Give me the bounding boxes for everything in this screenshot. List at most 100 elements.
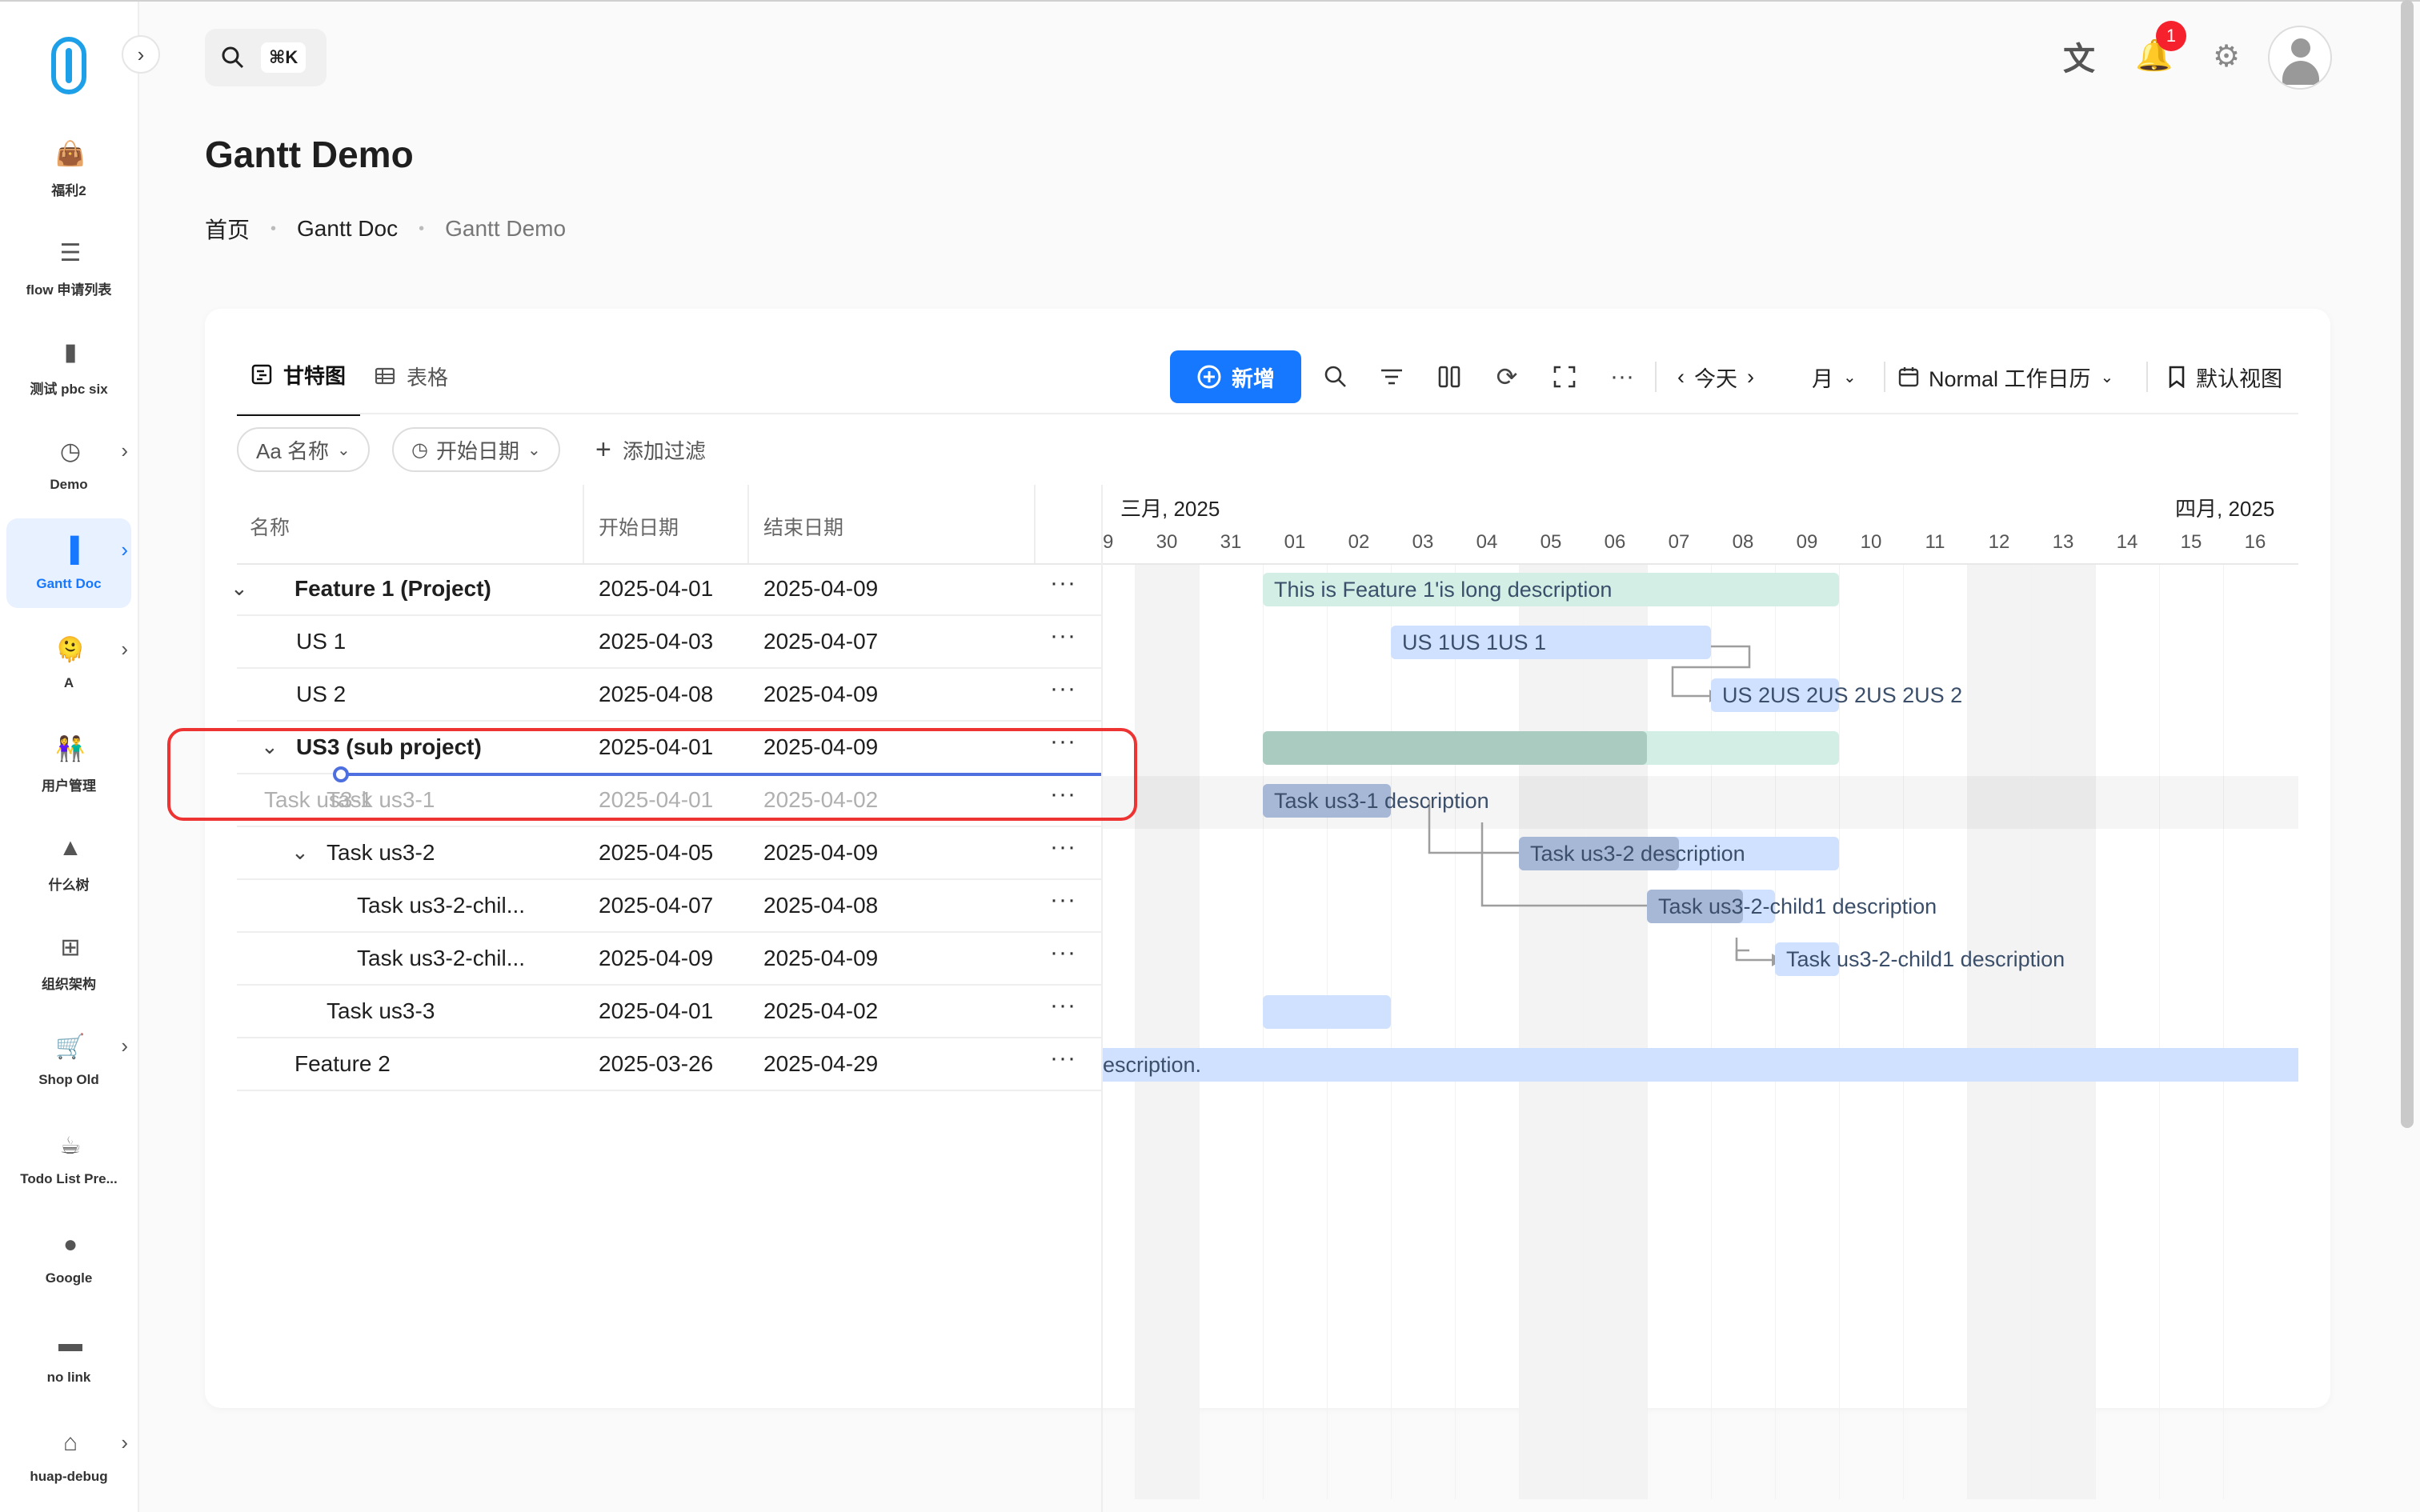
chevron-right-icon[interactable]: › bbox=[1747, 365, 1754, 390]
filter-icon[interactable] bbox=[1373, 358, 1410, 395]
row-end-date: 2025-04-08 bbox=[763, 893, 879, 918]
sidebar-item-label: no link bbox=[46, 1370, 91, 1385]
row-more-icon[interactable]: ··· bbox=[1050, 939, 1076, 966]
org-icon: ⊞ bbox=[60, 934, 81, 961]
tab-table[interactable]: 表格 bbox=[360, 336, 463, 416]
row-start-date: 2025-04-09 bbox=[599, 946, 714, 970]
gear-icon[interactable]: ⚙ bbox=[2204, 34, 2249, 78]
bar-feature-1-label: This is Feature 1'is long description bbox=[1274, 578, 1613, 602]
toolbar-divider bbox=[1655, 362, 1657, 392]
sidebar-item[interactable]: ● Google bbox=[6, 1213, 131, 1302]
table-row[interactable]: US 1 2025-04-03 2025-04-07 ··· bbox=[237, 616, 1101, 669]
table-row[interactable]: Feature 2 2025-03-26 2025-04-29 ··· bbox=[237, 1038, 1101, 1091]
add-button[interactable]: 新增 bbox=[1170, 350, 1301, 403]
row-more-icon[interactable]: ··· bbox=[1050, 992, 1076, 1019]
bar-us-1[interactable]: US 1US 1US 1 bbox=[1391, 626, 1711, 659]
sidebar-item-label: flow 申请列表 bbox=[26, 282, 112, 298]
bar-feature-2-label: escription. bbox=[1103, 1053, 1202, 1077]
chevron-right-icon[interactable]: › bbox=[121, 438, 128, 463]
chevron-down-icon[interactable]: ⌄ bbox=[230, 576, 248, 601]
row-more-icon[interactable]: ··· bbox=[1050, 1045, 1076, 1072]
row-more-icon[interactable]: ··· bbox=[1050, 834, 1076, 861]
today-button[interactable]: 今天 bbox=[1694, 362, 1737, 393]
columns-icon[interactable] bbox=[1431, 358, 1468, 395]
breadcrumb-gantt-doc[interactable]: Gantt Doc bbox=[297, 216, 398, 242]
fullscreen-icon[interactable] bbox=[1546, 358, 1583, 395]
calendar-select[interactable]: Normal 工作日历 ⌄ bbox=[1898, 358, 2113, 395]
sidebar-item[interactable]: ⊞ 组织架构 bbox=[6, 915, 131, 1005]
chevron-right-icon[interactable]: › bbox=[121, 1430, 128, 1455]
filter-name-pill[interactable]: Aa 名称 ⌄ bbox=[237, 427, 370, 472]
sidebar-item[interactable]: ▮ 测试 pbc six bbox=[6, 320, 131, 410]
chevron-left-icon[interactable]: ‹ bbox=[1677, 365, 1685, 390]
bar-task-us3-2[interactable]: Task us3-2 description bbox=[1519, 837, 1839, 870]
users-icon: 👫 bbox=[55, 735, 86, 762]
sidebar-item[interactable]: 🫠 A › bbox=[6, 618, 131, 707]
chevron-right-icon[interactable]: › bbox=[121, 1034, 128, 1058]
sidebar-item[interactable]: ☰ flow 申请列表 bbox=[6, 221, 131, 310]
bar-task-us3-3[interactable] bbox=[1263, 995, 1391, 1029]
sidebar-item[interactable]: ◷ Demo › bbox=[6, 419, 131, 509]
bar-feature-1[interactable]: This is Feature 1'is long description bbox=[1263, 573, 1839, 606]
gantt-timeline: 三月, 2025 四月, 2025 2930310102030405060708… bbox=[1101, 485, 2298, 1512]
row-more-icon[interactable]: ··· bbox=[1050, 675, 1076, 702]
sidebar-item[interactable]: 👜 福利2 bbox=[6, 122, 131, 211]
avatar[interactable] bbox=[2268, 26, 2332, 90]
chevron-right-icon[interactable]: › bbox=[121, 637, 128, 662]
row-more-icon[interactable]: ··· bbox=[1050, 570, 1076, 597]
view-select[interactable]: 默认视图 bbox=[2167, 358, 2282, 395]
breadcrumb-home[interactable]: 首页 bbox=[205, 213, 250, 245]
bar-feature-2[interactable]: escription. bbox=[1103, 1048, 2298, 1082]
sidebar-item-label: A bbox=[63, 675, 74, 690]
bar-task-us3-2-child-1[interactable]: Task us3-2-child1 description bbox=[1647, 890, 1937, 923]
sidebar-item[interactable]: ▬ no link bbox=[6, 1312, 131, 1402]
search-icon bbox=[222, 46, 244, 69]
breadcrumb: 首页 • Gantt Doc • Gantt Demo bbox=[205, 213, 566, 245]
row-end-date: 2025-04-09 bbox=[763, 576, 879, 601]
bar-us3-project[interactable] bbox=[1263, 731, 1839, 765]
column-header-end[interactable]: 结束日期 bbox=[763, 512, 843, 541]
chevron-down-icon: ⌄ bbox=[527, 441, 541, 459]
row-more-icon[interactable]: ··· bbox=[1050, 886, 1076, 914]
sidebar-item[interactable]: ⌂ huap-debug › bbox=[6, 1411, 131, 1501]
bar-task-us3-2-child-2[interactable]: Task us3-2-child1 description bbox=[1775, 942, 2065, 976]
row-end-date: 2025-04-29 bbox=[763, 1051, 879, 1076]
row-end-date: 2025-04-02 bbox=[763, 998, 879, 1023]
sidebar-item[interactable]: 👫 用户管理 bbox=[6, 717, 131, 806]
more-icon[interactable]: ··· bbox=[1604, 358, 1641, 395]
chevron-down-icon[interactable]: ⌄ bbox=[291, 840, 309, 865]
toolbar-divider bbox=[1884, 362, 1885, 392]
table-row[interactable]: ⌄ Feature 1 (Project) 2025-04-01 2025-04-09… bbox=[230, 563, 1101, 616]
table-row[interactable]: Task us3-3 2025-04-01 2025-04-02 ··· bbox=[237, 986, 1101, 1038]
refresh-icon[interactable]: ⟳ bbox=[1488, 358, 1525, 395]
table-row[interactable]: Task us3-2-chil... 2025-04-07 2025-04-08 ··… bbox=[237, 880, 1101, 933]
sidebar-item[interactable]: ☕ Todo List Pre... bbox=[6, 1114, 131, 1203]
add-filter-button[interactable]: + 添加过滤 bbox=[595, 427, 706, 472]
calendar-select-value: Normal 工作日历 bbox=[1929, 366, 2091, 391]
translate-icon[interactable]: 文 bbox=[2057, 34, 2101, 78]
table-row[interactable]: Task us3-2-chil... 2025-04-09 2025-04-09 ··… bbox=[237, 933, 1101, 986]
sidebar-item[interactable]: ▲ 什么树 bbox=[6, 816, 131, 906]
app-logo[interactable] bbox=[51, 37, 86, 94]
search-icon[interactable] bbox=[1317, 358, 1354, 395]
filter-date-pill[interactable]: ◷ 开始日期 ⌄ bbox=[392, 427, 560, 472]
page-scrollbar[interactable] bbox=[2401, 0, 2414, 1128]
table-row[interactable]: ⌄ Task us3-2 2025-04-05 2025-04-09 ··· bbox=[237, 827, 1101, 880]
chart-icon: ▐ bbox=[62, 537, 79, 563]
table-row[interactable]: US 2 2025-04-08 2025-04-09 ··· bbox=[237, 669, 1101, 722]
bar-us-2[interactable]: US 2US 2US 2US 2US 2 bbox=[1711, 678, 1962, 712]
row-more-icon[interactable]: ··· bbox=[1050, 622, 1076, 650]
sidebar-collapse-button[interactable]: › bbox=[122, 35, 160, 74]
sidebar-item[interactable]: ▐ Gantt Doc › bbox=[6, 518, 131, 608]
column-header-start[interactable]: 开始日期 bbox=[599, 512, 679, 541]
tab-gantt[interactable]: 甘特图 bbox=[237, 336, 361, 416]
scale-select[interactable]: 月 ⌄ bbox=[1812, 358, 1857, 395]
bar-task-us3-1[interactable]: Task us3-1 description bbox=[1263, 784, 1489, 818]
global-search[interactable]: ⌘K bbox=[205, 29, 327, 86]
sidebar-item[interactable]: 🛒 Shop Old › bbox=[6, 1014, 131, 1104]
column-header-name[interactable]: 名称 bbox=[250, 512, 290, 541]
sidebar-item-label: 什么树 bbox=[48, 878, 90, 893]
chevron-right-icon[interactable]: › bbox=[121, 538, 128, 562]
clock-icon: ◷ bbox=[411, 438, 428, 461]
plus-circle-icon bbox=[1197, 365, 1221, 389]
